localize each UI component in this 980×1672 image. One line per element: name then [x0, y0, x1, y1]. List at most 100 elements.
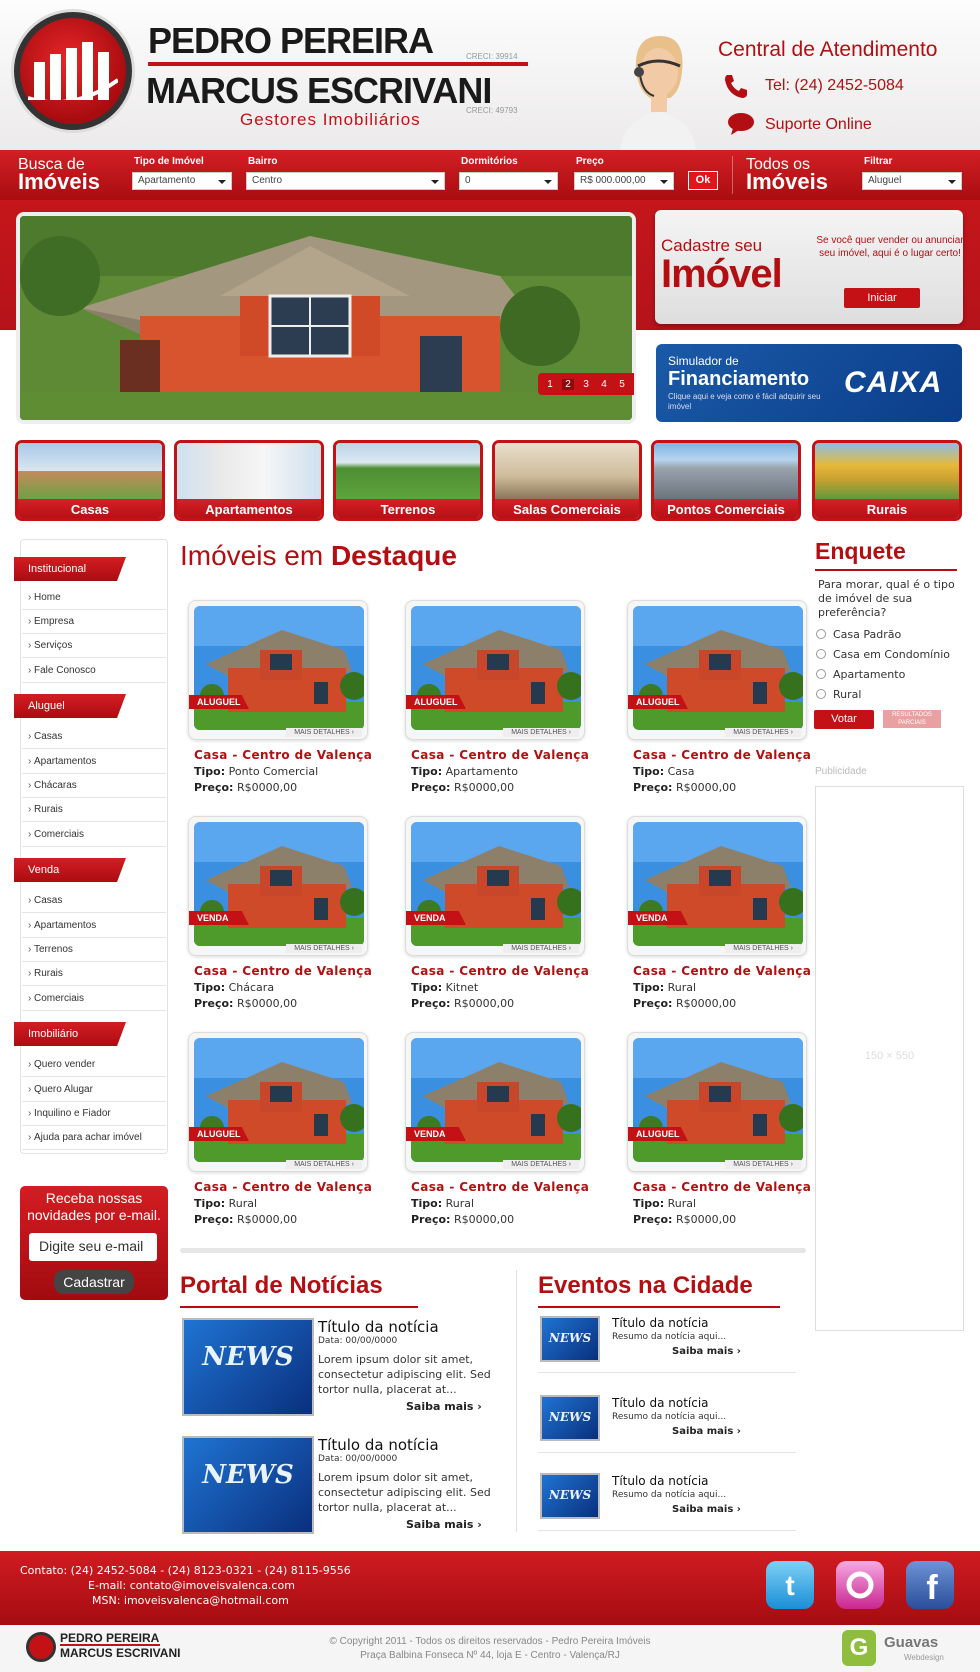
search-ok-button[interactable]: Ok — [688, 171, 718, 190]
footer-msn[interactable]: MSN: imoveisvalenca@hotmail.com — [92, 1594, 289, 1607]
sidebar-item-aluguel-casas[interactable]: Casas — [22, 725, 166, 749]
poll-vote-button[interactable]: Votar — [814, 710, 874, 729]
register-start-button[interactable]: Iniciar — [844, 288, 920, 308]
news-title-2[interactable]: Título da notícia — [318, 1436, 439, 1454]
listing-details-link[interactable]: MAIS DETALHES › — [286, 728, 362, 737]
sidebar-item-aluguel-chacaras[interactable]: Chácaras — [22, 774, 166, 798]
sidebar-item-venda-terrenos[interactable]: Terrenos — [22, 938, 166, 962]
twitter-icon[interactable]: t — [766, 1561, 814, 1609]
slide-dot-5[interactable]: 5 — [616, 379, 628, 390]
listing-title[interactable]: Casa - Centro de Valença — [194, 748, 372, 762]
slide-dot-1[interactable]: 1 — [544, 379, 556, 390]
poll-option-4[interactable]: Rural — [816, 688, 861, 701]
footer-email[interactable]: E-mail: contato@imoveisvalenca.com — [88, 1579, 295, 1592]
category-salas-comerciais[interactable]: Salas Comerciais — [492, 440, 642, 521]
listing-photo[interactable] — [411, 606, 581, 730]
event-more-2[interactable]: Saiba mais › — [672, 1426, 741, 1437]
listing-card[interactable]: VENDA MAIS DETALHES › — [405, 1032, 585, 1172]
listing-details-link[interactable]: MAIS DETALHES › — [725, 944, 801, 953]
listing-photo[interactable] — [411, 822, 581, 946]
poll-option-2[interactable]: Casa em Condomínio — [816, 648, 950, 661]
listing-card[interactable]: VENDA MAIS DETALHES › — [627, 816, 807, 956]
listing-details-link[interactable]: MAIS DETALHES › — [725, 1160, 801, 1169]
listing-photo[interactable] — [633, 822, 803, 946]
radio-icon[interactable] — [816, 669, 826, 679]
listing-details-link[interactable]: MAIS DETALHES › — [503, 1160, 579, 1169]
orkut-icon[interactable] — [836, 1561, 884, 1609]
facebook-icon[interactable]: f — [906, 1561, 954, 1609]
sidebar-item-aluguel-rurais[interactable]: Rurais — [22, 798, 166, 822]
event-thumb-1[interactable]: NEWS — [540, 1316, 600, 1362]
sidebar-item-ajuda[interactable]: Ajuda para achar imóvel — [22, 1126, 166, 1150]
listing-details-link[interactable]: MAIS DETALHES › — [286, 944, 362, 953]
filter-select[interactable]: Aluguel — [862, 172, 962, 190]
sidebar-item-venda-comerciais[interactable]: Comerciais — [22, 987, 166, 1011]
listing-card[interactable]: ALUGUEL MAIS DETALHES › — [405, 600, 585, 740]
listing-photo[interactable] — [633, 1038, 803, 1162]
event-more-3[interactable]: Saiba mais › — [672, 1504, 741, 1515]
sidebar-item-home[interactable]: Home — [22, 586, 166, 610]
poll-option-1[interactable]: Casa Padrão — [816, 628, 901, 641]
event-title-3[interactable]: Título da notícia — [612, 1474, 709, 1488]
bairro-select[interactable]: Centro — [246, 172, 445, 190]
event-title-2[interactable]: Título da notícia — [612, 1396, 709, 1410]
listing-photo[interactable] — [194, 1038, 364, 1162]
price-select[interactable]: R$ 000.000,00 — [574, 172, 674, 190]
sidebar-item-quero-vender[interactable]: Quero vender — [22, 1053, 166, 1077]
listing-details-link[interactable]: MAIS DETALHES › — [503, 728, 579, 737]
listing-photo[interactable] — [633, 606, 803, 730]
category-casas[interactable]: Casas — [15, 440, 165, 521]
listing-card[interactable]: VENDA MAIS DETALHES › — [405, 816, 585, 956]
event-more-1[interactable]: Saiba mais › — [672, 1346, 741, 1357]
event-thumb-3[interactable]: NEWS — [540, 1473, 600, 1519]
category-terrenos[interactable]: Terrenos — [333, 440, 483, 521]
category-pontos-comerciais[interactable]: Pontos Comerciais — [651, 440, 801, 521]
sidebar-item-quero-alugar[interactable]: Quero Alugar — [22, 1078, 166, 1102]
sidebar-item-aluguel-apartamentos[interactable]: Apartamentos — [22, 750, 166, 774]
listing-title[interactable]: Casa - Centro de Valença — [411, 748, 589, 762]
sidebar-item-aluguel-comerciais[interactable]: Comerciais — [22, 823, 166, 847]
sidebar-item-inquilino-fiador[interactable]: Inquilino e Fiador — [22, 1102, 166, 1126]
radio-icon[interactable] — [816, 689, 826, 699]
news-title-1[interactable]: Título da notícia — [318, 1318, 439, 1336]
listing-photo[interactable] — [411, 1038, 581, 1162]
event-thumb-2[interactable]: NEWS — [540, 1395, 600, 1441]
slide-dot-3[interactable]: 3 — [580, 379, 592, 390]
support-online-link[interactable]: Suporte Online — [765, 116, 872, 134]
category-apartamentos[interactable]: Apartamentos — [174, 440, 324, 521]
listing-title[interactable]: Casa - Centro de Valença — [633, 1180, 811, 1194]
listing-card[interactable]: ALUGUEL MAIS DETALHES › — [627, 600, 807, 740]
news-more-2[interactable]: Saiba mais › — [406, 1518, 482, 1531]
listing-title[interactable]: Casa - Centro de Valença — [633, 748, 811, 762]
listing-card[interactable]: ALUGUEL MAIS DETALHES › — [188, 1032, 368, 1172]
newsletter-email-input[interactable]: Digite seu e-mail — [29, 1233, 157, 1261]
radio-icon[interactable] — [816, 649, 826, 659]
credit-name[interactable]: Guavas — [884, 1634, 938, 1651]
news-thumb-2[interactable]: NEWS — [182, 1436, 314, 1534]
news-more-1[interactable]: Saiba mais › — [406, 1400, 482, 1413]
event-title-1[interactable]: Título da notícia — [612, 1316, 709, 1330]
guavas-logo-icon[interactable]: G — [842, 1630, 876, 1666]
sidebar-item-venda-casas[interactable]: Casas — [22, 889, 166, 913]
sidebar-item-fale-conosco[interactable]: Fale Conosco — [22, 659, 166, 683]
listing-card[interactable]: VENDA MAIS DETALHES › — [188, 816, 368, 956]
slide-dot-2[interactable]: 2 — [562, 378, 574, 390]
listing-photo[interactable] — [194, 822, 364, 946]
slide-dot-4[interactable]: 4 — [598, 379, 610, 390]
type-select[interactable]: Apartamento — [132, 172, 232, 190]
listing-details-link[interactable]: MAIS DETALHES › — [725, 728, 801, 737]
sidebar-item-venda-apartamentos[interactable]: Apartamentos — [22, 914, 166, 938]
poll-results-button[interactable]: RESULTADOS PARCIAIS — [883, 710, 941, 728]
listing-title[interactable]: Casa - Centro de Valença — [411, 1180, 589, 1194]
listing-details-link[interactable]: MAIS DETALHES › — [286, 1160, 362, 1169]
listing-title[interactable]: Casa - Centro de Valença — [194, 1180, 372, 1194]
listing-title[interactable]: Casa - Centro de Valença — [633, 964, 811, 978]
listing-title[interactable]: Casa - Centro de Valença — [411, 964, 589, 978]
radio-icon[interactable] — [816, 629, 826, 639]
news-thumb-1[interactable]: NEWS — [182, 1318, 314, 1416]
listing-photo[interactable] — [194, 606, 364, 730]
newsletter-submit-button[interactable]: Cadastrar — [54, 1270, 134, 1294]
phone-number[interactable]: Tel: (24) 2452-5084 — [765, 77, 904, 95]
sidebar-item-empresa[interactable]: Empresa — [22, 610, 166, 634]
sidebar-item-venda-rurais[interactable]: Rurais — [22, 962, 166, 986]
